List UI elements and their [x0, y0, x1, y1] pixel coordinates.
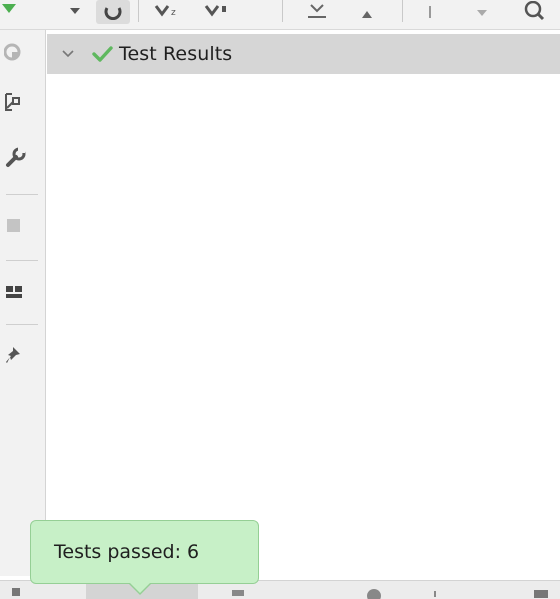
- tool-window-icon[interactable]: [8, 582, 38, 599]
- search-icon[interactable]: [518, 0, 552, 24]
- settings-icon[interactable]: [0, 144, 30, 172]
- check-passed-icon: [91, 45, 117, 63]
- tool-window-icon[interactable]: [528, 582, 558, 599]
- layout-icon[interactable]: [0, 278, 30, 306]
- tool-window-icon[interactable]: [362, 582, 392, 599]
- previous-icon[interactable]: [418, 0, 442, 24]
- pin-icon[interactable]: [0, 342, 30, 370]
- dropdown-icon[interactable]: [62, 0, 88, 24]
- test-results-root-node[interactable]: Test Results: [47, 34, 560, 74]
- test-results-label: Test Results: [119, 43, 233, 65]
- rerun-failed-icon[interactable]: [0, 40, 30, 66]
- expand-all-icon[interactable]: [300, 0, 334, 24]
- rerun-icon[interactable]: [96, 0, 130, 24]
- sort-duration-icon[interactable]: [200, 0, 234, 24]
- tests-passed-notification[interactable]: Tests passed: 6: [30, 520, 259, 584]
- sort-alpha-icon[interactable]: z: [150, 0, 184, 24]
- collapse-all-icon[interactable]: [352, 0, 382, 24]
- stop-icon[interactable]: [0, 212, 30, 240]
- next-icon[interactable]: [470, 0, 494, 24]
- export-icon[interactable]: [0, 88, 30, 116]
- test-runner-toolbar: z: [0, 0, 560, 30]
- chevron-down-icon[interactable]: [61, 49, 83, 59]
- notification-text: Tests passed: 6: [54, 541, 200, 563]
- tool-window-icon[interactable]: [226, 582, 256, 599]
- svg-text:z: z: [171, 8, 176, 18]
- notification-pointer-fill: [129, 582, 151, 593]
- tool-window-icon[interactable]: [426, 582, 456, 599]
- run-icon[interactable]: [0, 0, 22, 24]
- left-gutter-toolbar: [0, 30, 46, 576]
